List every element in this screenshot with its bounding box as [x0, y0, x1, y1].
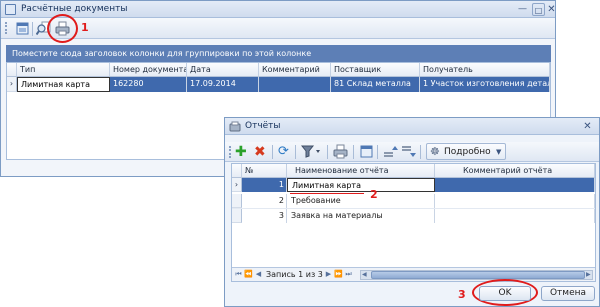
- close-icon[interactable]: ✕: [545, 3, 558, 16]
- maximize-icon[interactable]: □: [532, 3, 545, 16]
- cell-report-comment[interactable]: [435, 194, 595, 208]
- reports-window: Отчёты ✕ ✚ ✖ ⟳ ☸ Подробно ▼ № Наименован…: [224, 117, 600, 307]
- toolbar-separator: [327, 145, 328, 159]
- cell-date[interactable]: 17.09.2014: [187, 77, 259, 92]
- printer-icon[interactable]: [333, 144, 348, 161]
- column-header-report-comment[interactable]: Комментарий отчёта: [435, 164, 595, 178]
- cell-number[interactable]: 1: [242, 178, 287, 192]
- column-header-type[interactable]: Тип: [17, 63, 110, 77]
- move-up-icon[interactable]: [383, 144, 398, 161]
- minimize-icon[interactable]: —: [516, 3, 529, 16]
- scrollbar-thumb[interactable]: [371, 271, 585, 279]
- document-window-icon: [16, 22, 29, 35]
- cell-report-comment[interactable]: [435, 178, 595, 192]
- documents-toolbar: 1: [1, 14, 555, 43]
- table-row[interactable]: 2 Требование: [232, 194, 595, 208]
- row-indicator: [232, 194, 242, 208]
- horizontal-scrollbar[interactable]: ◀ ▶: [360, 270, 593, 280]
- print-button[interactable]: [53, 19, 70, 36]
- table-row[interactable]: › Лимитная карта 162280 17.09.2014 81 Ск…: [7, 77, 550, 92]
- table-row[interactable]: 3 Заявка на материалы: [232, 208, 595, 223]
- toolbar-separator: [377, 145, 378, 159]
- cell-supplier[interactable]: 81 Склад металла: [331, 77, 420, 92]
- cell-report-name[interactable]: Требование: [287, 194, 435, 208]
- cell-number[interactable]: 3: [242, 209, 287, 223]
- table-row[interactable]: › 1 Лимитная карта: [232, 178, 595, 192]
- toolbar-separator: [32, 22, 33, 36]
- window-title: Отчёты: [245, 121, 281, 131]
- toolbar-separator: [353, 145, 354, 159]
- cell-type[interactable]: Лимитная карта: [17, 77, 110, 92]
- view-mode-label: Подробно: [444, 147, 491, 157]
- ok-button[interactable]: OK: [479, 286, 531, 301]
- row-indicator: [232, 209, 242, 223]
- column-header-date[interactable]: Дата: [187, 63, 259, 77]
- view-details-icon: ☸: [430, 145, 440, 158]
- reports-window-icon: [229, 121, 241, 135]
- cell-recipient[interactable]: 1 Участок изготовления деталей: [420, 77, 550, 92]
- add-icon[interactable]: ✚: [235, 145, 247, 159]
- printer-icon: [55, 21, 70, 36]
- column-header-recipient[interactable]: Получатель: [420, 63, 550, 77]
- reports-toolbar: ✚ ✖ ⟳ ☸ Подробно ▼: [225, 142, 599, 162]
- refresh-icon[interactable]: ⟳: [278, 145, 289, 159]
- scroll-left-icon[interactable]: ◀: [362, 271, 367, 279]
- callout-number-1: 1: [81, 21, 89, 34]
- column-header-comment[interactable]: Комментарий: [259, 63, 331, 77]
- cancel-button[interactable]: Отмена: [541, 286, 595, 301]
- next-page-icon[interactable]: ⏩: [334, 269, 343, 280]
- record-counter: Запись 1 из 3: [266, 270, 323, 279]
- delete-icon[interactable]: ✖: [254, 145, 266, 159]
- export-button[interactable]: [13, 19, 30, 36]
- toolbar-separator: [272, 145, 273, 159]
- grid-navigator: ⏮ ⏪ ◀ Запись 1 из 3 ▶ ⏩ ⏭ ◀ ▶: [232, 267, 595, 281]
- next-record-icon[interactable]: ▶: [324, 269, 333, 280]
- close-icon[interactable]: ✕: [581, 120, 594, 133]
- column-header-supplier[interactable]: Поставщик: [331, 63, 420, 77]
- row-pointer-icon: ›: [7, 77, 17, 92]
- column-header-number[interactable]: Номер документа: [110, 63, 187, 77]
- cell-report-name[interactable]: Заявка на материалы: [287, 209, 435, 223]
- cell-report-name[interactable]: Лимитная карта: [287, 178, 435, 192]
- column-header-number[interactable]: №: [242, 164, 287, 178]
- filter-icon[interactable]: [300, 144, 321, 161]
- move-down-icon[interactable]: [401, 144, 416, 161]
- row-indicator-header: [232, 164, 242, 178]
- scroll-right-icon[interactable]: ▶: [586, 271, 591, 279]
- document-window-icon[interactable]: [359, 144, 374, 161]
- last-record-icon[interactable]: ⏭: [344, 269, 353, 280]
- row-pointer-icon: ›: [232, 178, 242, 192]
- prev-record-icon[interactable]: ◀: [254, 269, 263, 280]
- first-record-icon[interactable]: ⏮: [234, 269, 243, 280]
- toolbar-separator: [420, 145, 421, 159]
- window-title: Расчётные документы: [21, 4, 128, 14]
- reports-grid: № Наименование отчёта Комментарий отчёта…: [231, 163, 596, 282]
- toolbar-separator: [295, 145, 296, 159]
- cell-number[interactable]: 162280: [110, 77, 187, 92]
- column-header-report-name[interactable]: Наименование отчёта: [287, 164, 435, 178]
- view-mode-dropdown[interactable]: ☸ Подробно ▼: [426, 143, 506, 160]
- callout-number-3: 3: [458, 288, 466, 301]
- prev-page-icon[interactable]: ⏪: [244, 269, 253, 280]
- cell-comment[interactable]: [259, 77, 331, 92]
- reports-window-titlebar[interactable]: Отчёты ✕: [225, 118, 599, 135]
- toolbar-grip-icon[interactable]: [5, 22, 7, 34]
- cell-report-comment[interactable]: [435, 209, 595, 223]
- window-icon: [5, 4, 16, 15]
- cell-number[interactable]: 2: [242, 194, 287, 208]
- toolbar-grip-icon[interactable]: [229, 146, 231, 158]
- chevron-down-icon: ▼: [496, 148, 502, 156]
- row-indicator-header: [7, 63, 17, 77]
- group-by-panel[interactable]: Поместите сюда заголовок колонки для гру…: [6, 45, 551, 62]
- documents-window-titlebar[interactable]: Расчётные документы — □ ✕: [1, 1, 558, 18]
